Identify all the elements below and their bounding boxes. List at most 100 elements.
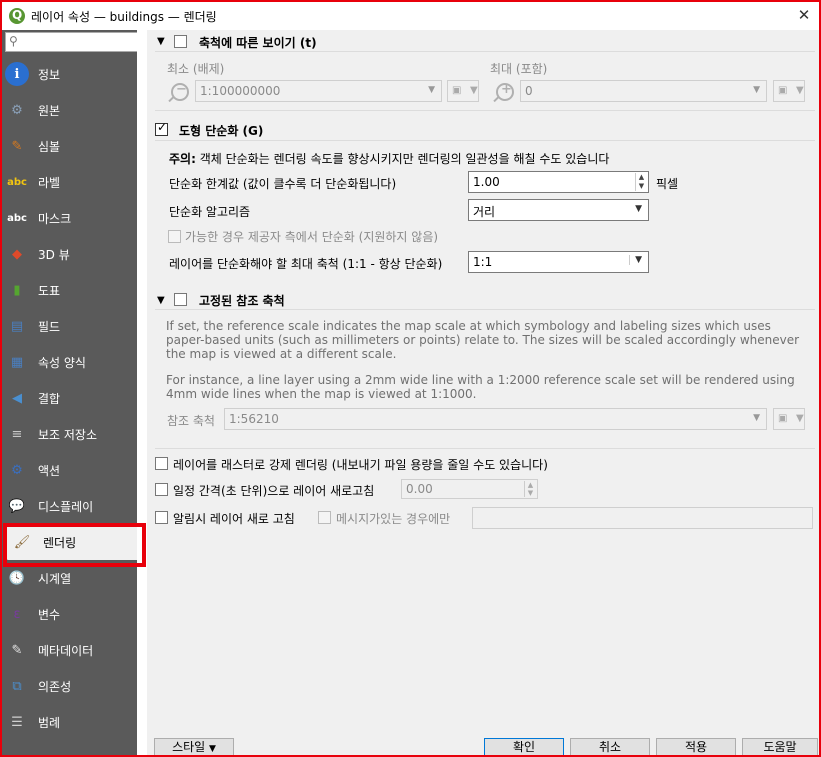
max-scale-tool-button[interactable]: ▣ ▼ [773, 80, 805, 102]
chevron-down-icon: ▼ [209, 744, 216, 754]
sidebar-item-temporal[interactable]: 🕓 시계열 [2, 560, 137, 596]
zoom-in-icon: + [496, 82, 514, 101]
message-input[interactable] [472, 507, 813, 529]
search-icon: ⚲ [9, 34, 18, 48]
max-scale-value: 0 [525, 84, 533, 98]
fields-icon: ▤ [10, 318, 24, 334]
sidebar-item-fields[interactable]: ▤ 필드 [2, 308, 137, 344]
note-prefix: 주의: [169, 152, 196, 166]
max-scale-simplify-combo[interactable]: 1:1 ▼ [468, 251, 649, 273]
algorithm-label: 단순화 알고리즘 [169, 205, 251, 219]
sidebar-item-symbology[interactable]: ✎ 심볼 [2, 128, 137, 164]
ok-button[interactable]: 확인 [484, 738, 564, 756]
sidebar-item-actions[interactable]: ⚙ 액션 [2, 452, 137, 488]
sidebar-item-label: 렌더링 [43, 535, 77, 550]
sidebar-item-info[interactable]: i 정보 [2, 56, 137, 92]
sidebar-item-variables[interactable]: ε 변수 [2, 596, 137, 632]
max-scale-combo[interactable]: 0 ▼ [520, 80, 767, 102]
reference-scale-label: 고정된 참조 축척 [199, 294, 285, 308]
rendering-panel: ▼ 축척에 따른 보이기 (t) 최소 (배제) 최대 (포함) − 1:100… [147, 30, 819, 735]
min-scale-tool-button[interactable]: ▣ ▼ [447, 80, 479, 102]
min-scale-combo[interactable]: 1:100000000 ▼ [195, 80, 442, 102]
sidebar-item-source[interactable]: ⚙ 원본 [2, 92, 137, 128]
labels-icon: abc [7, 176, 27, 188]
joins-icon: ◀ [12, 390, 22, 406]
max-scale-simplify-value: 1:1 [473, 255, 493, 269]
close-icon[interactable]: ✕ [793, 4, 815, 26]
variables-icon: ε [13, 606, 21, 622]
sidebar-item-auxiliary-storage[interactable]: ≡ 보조 저장소 [2, 416, 137, 452]
collapse-triangle-icon[interactable]: ▼ [157, 295, 165, 306]
sidebar-item-label: 속성 양식 [38, 355, 86, 370]
dependencies-icon: ⧉ [12, 678, 22, 694]
zoom-out-icon: − [171, 82, 189, 101]
message-only-checkbox[interactable] [318, 511, 331, 524]
simplify-label: 도형 단순화 (G) [179, 124, 264, 138]
reference-scale-tool-button[interactable]: ▣ ▼ [773, 408, 805, 430]
sidebar-item-joins[interactable]: ◀ 결합 [2, 380, 137, 416]
diagrams-icon: ▮ [13, 282, 21, 298]
sidebar-item-3d-view[interactable]: ◆ 3D 뷰 [2, 236, 137, 272]
refresh-interval-value: 0.00 [406, 482, 433, 496]
reference-scale-combo[interactable]: 1:56210 ▼ [224, 408, 767, 430]
sidebar-item-label: 범례 [38, 715, 61, 730]
display-icon: 💬 [8, 498, 26, 514]
refresh-interval-spinbox[interactable]: 0.00 ▲ ▼ [401, 479, 538, 499]
spin-arrows-icon[interactable]: ▲ ▼ [635, 173, 647, 191]
scale-visibility-label: 축척에 따른 보이기 (t) [199, 36, 317, 50]
algorithm-value: 거리 [473, 205, 496, 219]
title-bar: Q 레이어 속성 — buildings — 렌더링 ✕ [2, 2, 819, 30]
notify-refresh-label: 알림시 레이어 새로 고침 [173, 512, 295, 526]
source-icon: ⚙ [11, 102, 23, 118]
simplify-checkbox[interactable] [155, 123, 168, 136]
style-button[interactable]: 스타일 ▼ [154, 738, 234, 756]
sidebar-item-metadata[interactable]: ✎ 메타데이터 [2, 632, 137, 668]
sidebar-item-label: 라벨 [38, 175, 61, 190]
metadata-icon: ✎ [11, 642, 23, 658]
reference-scale-info-2: For instance, a line layer using a 2mm w… [166, 373, 795, 401]
sidebar-item-legend[interactable]: ☰ 범례 [2, 704, 137, 740]
spin-arrows-icon[interactable]: ▲ ▼ [524, 481, 536, 497]
force-raster-label: 레이어를 래스터로 강제 렌더링 (내보내기 파일 용량을 줄일 수도 있습니다… [173, 458, 548, 472]
sidebar-item-label: 심볼 [38, 139, 61, 154]
mask-icon: abc [7, 212, 27, 224]
force-raster-checkbox[interactable] [155, 457, 168, 470]
scale-visibility-checkbox[interactable] [174, 35, 187, 48]
reference-scale-field-label: 참조 축척 [167, 414, 215, 428]
sidebar-item-label: 변수 [38, 607, 61, 622]
divider [155, 309, 815, 310]
refresh-interval-checkbox[interactable] [155, 483, 168, 496]
max-scale-label: 최대 (포함) [490, 62, 548, 76]
max-scale-simplify-label: 레이어를 단순화해야 할 최대 축척 (1:1 - 항상 단순화) [169, 257, 443, 271]
sidebar-item-labels[interactable]: abc 라벨 [2, 164, 137, 200]
note-text: 객체 단순화는 렌더링 속도를 향상시키지만 렌더링의 일관성을 해칠 수도 있… [195, 152, 610, 166]
window-title: 레이어 속성 — buildings — 렌더링 [31, 9, 217, 24]
sidebar-item-diagrams[interactable]: ▮ 도표 [2, 272, 137, 308]
style-button-label: 스타일 [172, 740, 206, 754]
apply-button[interactable]: 적용 [656, 738, 736, 756]
sidebar-item-dependencies[interactable]: ⧉ 의존성 [2, 668, 137, 704]
sidebar-item-display[interactable]: 💬 디스플레이 [2, 488, 137, 524]
threshold-value: 1.00 [473, 175, 500, 189]
sidebar-item-label: 메타데이터 [38, 643, 94, 658]
sidebar-item-mask[interactable]: abc 마스크 [2, 200, 137, 236]
reference-scale-value: 1:56210 [229, 412, 279, 426]
divider [155, 140, 815, 141]
sidebar-item-rendering[interactable]: 🖌 렌더링 [7, 524, 137, 560]
algorithm-combo[interactable]: 거리 ▼ [468, 199, 649, 221]
qgis-logo-icon: Q [9, 8, 25, 24]
collapse-triangle-icon[interactable]: ▼ [157, 36, 165, 47]
3d-view-icon: ◆ [12, 246, 22, 262]
sidebar-item-label: 마스크 [38, 211, 72, 226]
notify-refresh-checkbox[interactable] [155, 511, 168, 524]
rendering-icon: 🖌 [13, 534, 31, 550]
search-input[interactable]: ⚲ [5, 32, 137, 52]
threshold-spinbox[interactable]: 1.00 ▲ ▼ [468, 171, 649, 193]
help-button[interactable]: 도움말 [742, 738, 818, 756]
provider-simplify-checkbox[interactable] [168, 230, 181, 243]
divider [155, 448, 815, 449]
symbology-icon: ✎ [11, 138, 23, 154]
reference-scale-checkbox[interactable] [174, 293, 187, 306]
cancel-button[interactable]: 취소 [570, 738, 650, 756]
sidebar-item-attributes-form[interactable]: ▦ 속성 양식 [2, 344, 137, 380]
